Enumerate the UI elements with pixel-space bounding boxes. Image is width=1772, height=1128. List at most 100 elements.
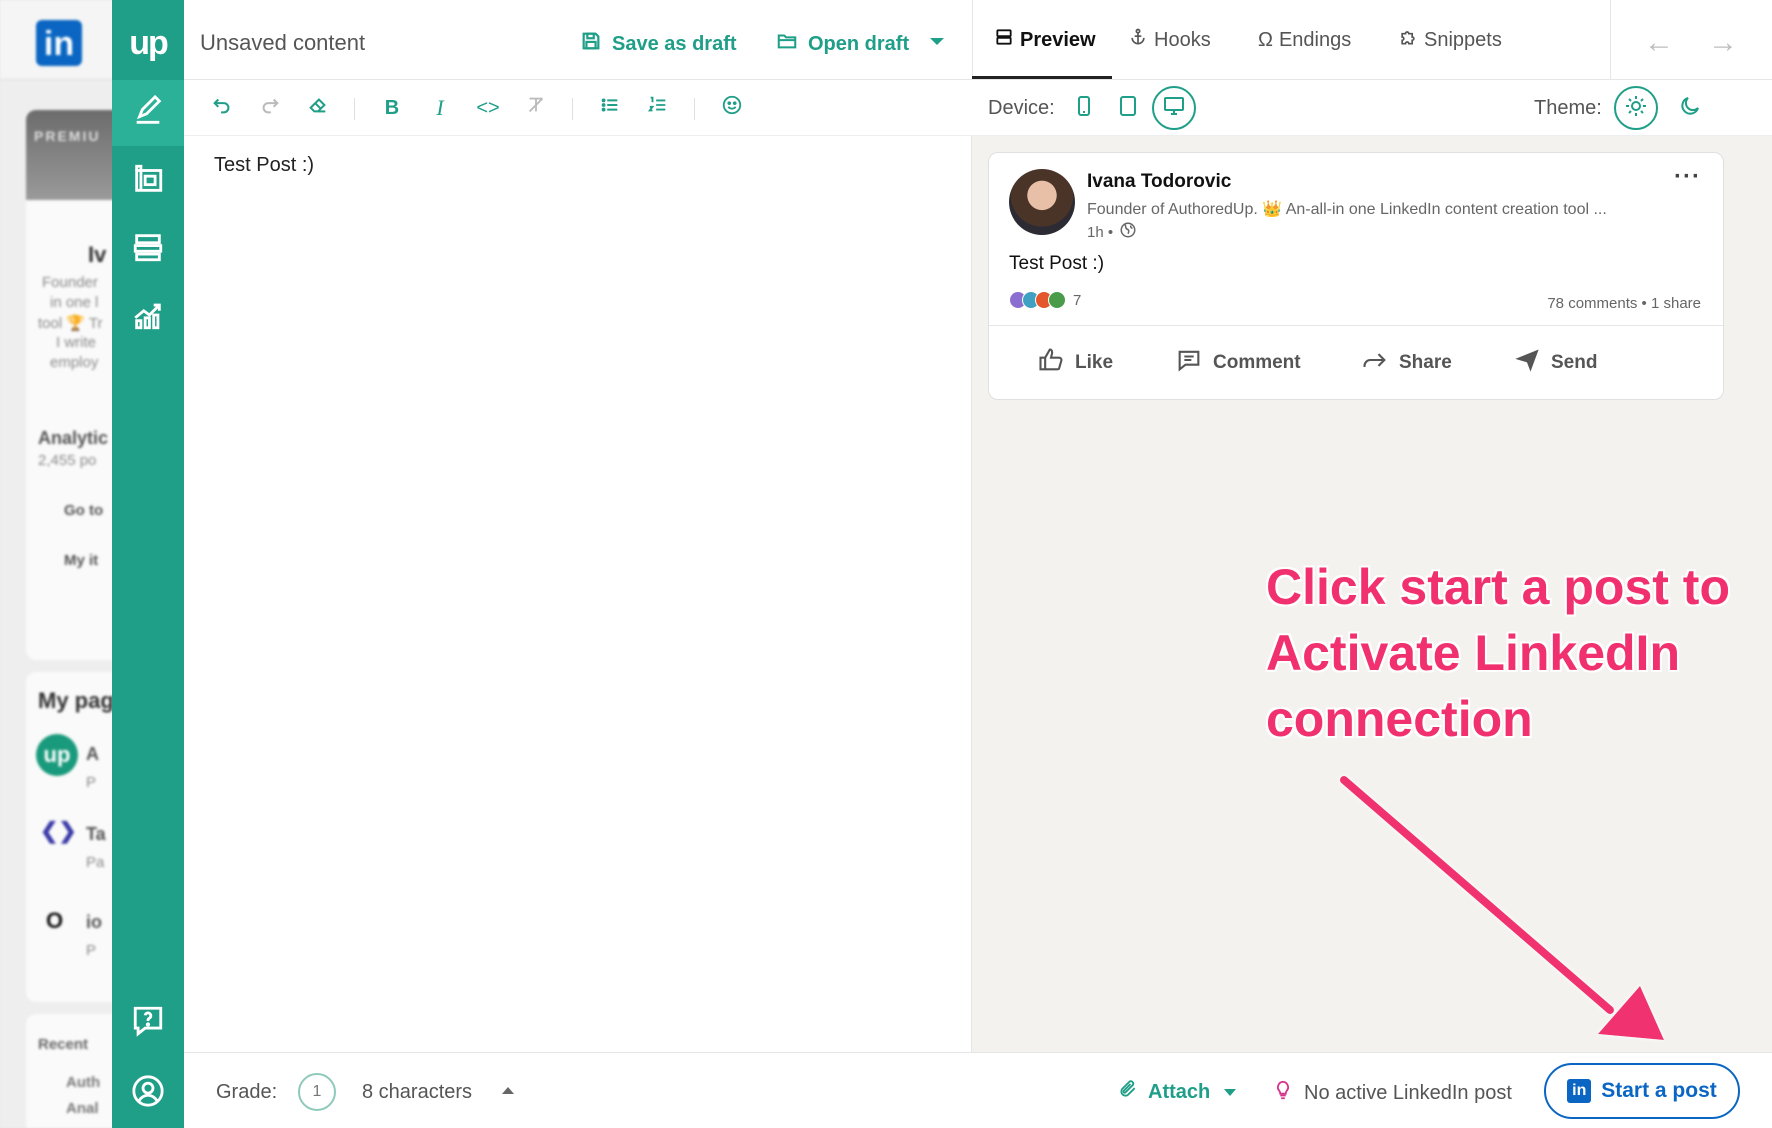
bullet-list-icon [599, 94, 621, 122]
sidebar-item-archive[interactable] [112, 216, 184, 282]
header-divider [972, 0, 973, 80]
start-post-label: Start a post [1601, 1079, 1717, 1102]
tab-endings[interactable]: Ω Endings [1258, 0, 1351, 80]
header: Unsaved content Save as draft Open draft… [184, 0, 1772, 80]
avatar [1009, 169, 1075, 235]
tab-hooks[interactable]: Hooks [1128, 0, 1211, 80]
post-time-label: 1h • [1087, 223, 1114, 241]
sidebar-item-help[interactable] [112, 990, 184, 1056]
open-draft-button[interactable]: Open draft [776, 30, 909, 58]
recent-item: Auth [66, 1074, 101, 1091]
comment-button[interactable]: Comment [1175, 339, 1301, 387]
remove-style-button[interactable] [520, 92, 552, 124]
bold-button[interactable]: B [376, 92, 408, 124]
forward-arrow-icon[interactable]: → [1708, 26, 1738, 60]
main-window: Unsaved content Save as draft Open draft… [184, 0, 1772, 1128]
post-stats[interactable]: 78 comments • 1 share [1547, 295, 1701, 312]
undo-button[interactable] [206, 92, 238, 124]
moon-icon [1678, 94, 1702, 123]
linkedin-logo-icon: in [36, 20, 82, 66]
page-name: A [86, 744, 99, 764]
share-button[interactable]: Share [1361, 339, 1452, 387]
italic-button[interactable]: I [424, 92, 456, 124]
dark-theme-button[interactable] [1668, 86, 1712, 130]
preview-settings-bar: Device: Theme: [972, 80, 1772, 136]
tab-label: Endings [1278, 28, 1352, 51]
theme-label: Theme: [1534, 97, 1602, 119]
header-divider [1610, 0, 1611, 80]
chevron-down-icon[interactable] [930, 38, 944, 45]
page-logo-icon: ❮❯ [40, 818, 77, 843]
sidebar-item-editor[interactable] [112, 80, 184, 146]
bullet-list-button[interactable] [594, 92, 626, 124]
chevron-up-icon[interactable] [502, 1087, 514, 1094]
my-items-link: My it [64, 552, 99, 569]
sidebar-item-analytics[interactable] [112, 284, 184, 350]
light-theme-button[interactable] [1614, 86, 1658, 130]
emoji-button[interactable] [716, 92, 748, 124]
sidebar-item-templates[interactable] [112, 148, 184, 214]
clear-text-icon [525, 94, 547, 122]
authoredup-logo[interactable]: up [112, 10, 184, 76]
numbered-list-button[interactable] [642, 92, 674, 124]
like-label: Like [1075, 352, 1114, 373]
mobile-device-button[interactable] [1062, 86, 1106, 130]
post-editor[interactable]: Test Post :) [184, 136, 972, 1052]
template-icon [131, 162, 165, 201]
tab-snippets[interactable]: Snippets [1398, 0, 1502, 80]
save-icon [580, 30, 602, 58]
desktop-device-button[interactable] [1152, 86, 1196, 130]
linkedin-icon: in [1567, 1079, 1592, 1103]
background-linkedin-page: in PREMIU Iv Founder in one l tool 🏆 Tr … [0, 0, 120, 1128]
tab-preview[interactable]: Preview [994, 0, 1096, 80]
more-options-icon[interactable]: ··· [1674, 163, 1701, 191]
background-profile-card: PREMIU Iv Founder in one l tool 🏆 Tr I w… [26, 110, 120, 660]
tablet-device-button[interactable] [1106, 86, 1150, 130]
send-label: Send [1551, 352, 1598, 373]
editor-content[interactable]: Test Post :) [214, 154, 314, 177]
paperclip-icon [1118, 1079, 1138, 1105]
smiley-icon [721, 94, 743, 122]
redo-button[interactable] [254, 92, 286, 124]
my-pages-title: My pag [38, 688, 114, 713]
puzzle-icon [1398, 27, 1418, 53]
code-icon: <> [476, 96, 500, 119]
bottom-bar: Grade: 1 8 characters Attach No active L… [184, 1052, 1772, 1128]
post-time: 1h • [1087, 221, 1137, 243]
profile-desc-line: Founder [42, 274, 98, 291]
folder-icon [776, 30, 798, 58]
save-draft-button[interactable]: Save as draft [580, 30, 737, 58]
thumbs-up-icon [1037, 346, 1065, 380]
post-text: Test Post :) [1009, 253, 1105, 274]
analytics-subtitle: 2,455 po [38, 452, 97, 469]
tab-label: Snippets [1424, 28, 1502, 51]
reaction-icon [1048, 291, 1066, 309]
sidebar-item-profile[interactable] [112, 1060, 184, 1126]
pen-icon [131, 94, 165, 133]
send-button[interactable]: Send [1513, 339, 1597, 387]
numbered-list-icon [647, 94, 669, 122]
background-recent-card: Recent Auth Anal [26, 1014, 120, 1128]
start-post-button[interactable]: in Start a post [1544, 1063, 1740, 1119]
archive-icon [131, 230, 165, 269]
toolbar-separator [694, 98, 695, 120]
profile-desc-line: employ [50, 354, 99, 371]
profile-desc-line: tool 🏆 Tr [38, 315, 103, 332]
linkedin-post-preview: Ivana Todorovic Founder of AuthoredUp. 👑… [988, 152, 1725, 400]
attach-label: Attach [1148, 1080, 1211, 1103]
toolbar-separator [354, 98, 355, 120]
page-sub: P [86, 942, 97, 959]
like-button[interactable]: Like [1037, 339, 1113, 387]
page-logo-icon: O [46, 908, 64, 933]
omega-icon: Ω [1258, 28, 1273, 51]
comment-label: Comment [1213, 352, 1301, 373]
back-arrow-icon[interactable]: ← [1644, 26, 1674, 60]
reactions-summary[interactable]: 7 [1009, 291, 1081, 309]
background-topbar: in [0, 0, 120, 80]
comment-icon [1175, 346, 1203, 380]
grade-value[interactable]: 1 [298, 1073, 336, 1111]
clear-format-button[interactable] [302, 92, 334, 124]
attach-button[interactable]: Attach [1118, 1079, 1237, 1105]
code-button[interactable]: <> [472, 92, 504, 124]
analytics-title: Analytic [38, 428, 109, 448]
